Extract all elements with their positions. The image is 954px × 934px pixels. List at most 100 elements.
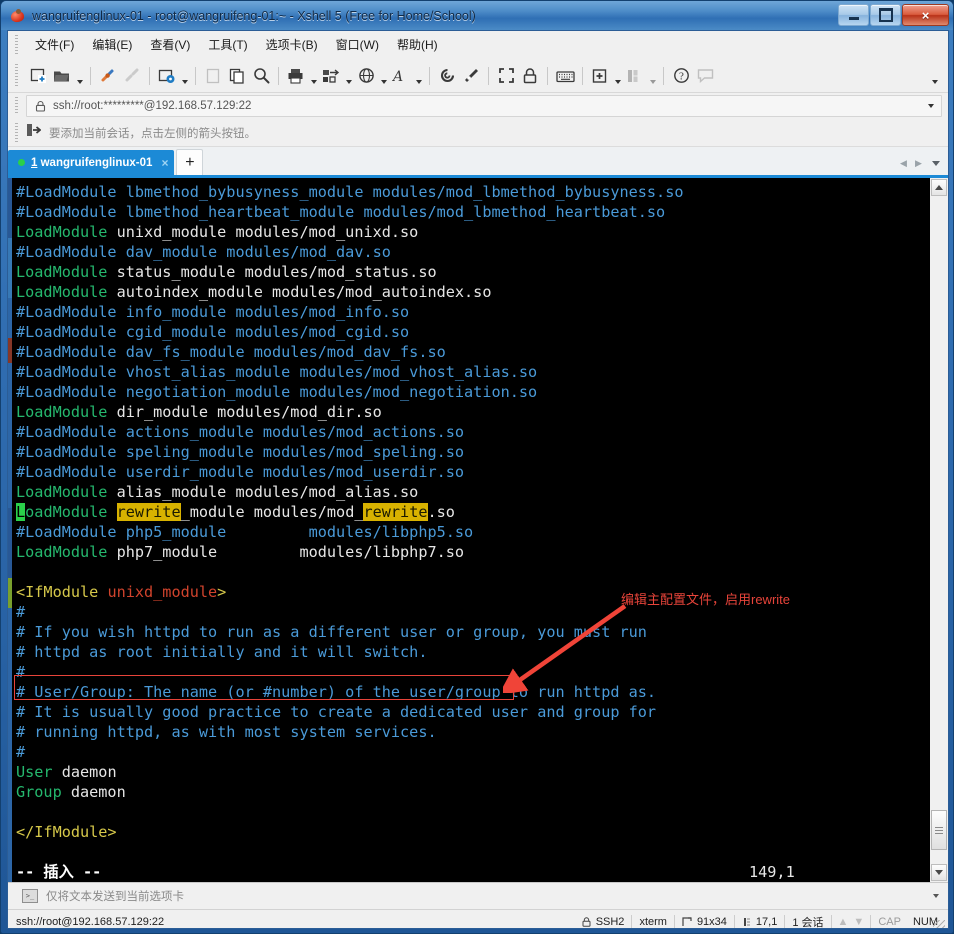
chevron-down-icon[interactable] [933, 894, 939, 898]
print-dropdown[interactable] [308, 60, 319, 91]
terminal-line: #LoadModule dav_module modules/mod_dav.s… [16, 242, 929, 262]
toolbar-separator [582, 67, 583, 85]
new-session-icon[interactable] [26, 64, 50, 88]
open-session-icon[interactable] [50, 64, 74, 88]
toolbar-separator [149, 67, 150, 85]
toolbar-grip[interactable] [15, 64, 18, 87]
search-match: rewrite [363, 503, 427, 521]
tab-menu-icon[interactable] [932, 161, 940, 166]
tab-prev-icon[interactable]: ◀ [897, 157, 910, 170]
terminal-line: #LoadModule info_module modules/mod_info… [16, 302, 929, 322]
tab-wangruifenglinux-01[interactable]: 1 wangruifenglinux-01 × [8, 150, 174, 175]
terminal-line: #LoadModule lbmethod_bybusyness_module m… [16, 182, 929, 202]
terminal-line: #LoadModule speling_module modules/mod_s… [16, 442, 929, 462]
resize-icon [682, 917, 692, 927]
menu-tools[interactable]: 工具(T) [199, 32, 256, 57]
terminal-text: #LoadModule speling_module modules/mod_s… [16, 443, 464, 461]
open-session-dropdown[interactable] [74, 60, 85, 91]
hint-text: 要添加当前会话，点击左侧的箭头按钮。 [49, 125, 256, 141]
help-icon[interactable]: ? [669, 64, 693, 88]
menu-edit[interactable]: 编辑(E) [83, 32, 141, 57]
terminal-scrollbar[interactable] [929, 178, 948, 882]
add-layout-icon[interactable] [588, 64, 612, 88]
menu-window[interactable]: 窗口(W) [327, 32, 388, 57]
session-properties-icon[interactable] [155, 64, 179, 88]
terminal-text: LoadModule [16, 483, 107, 501]
terminal-line: #LoadModule vhost_alias_module modules/m… [16, 362, 929, 382]
keyboard-icon[interactable] [553, 64, 577, 88]
terminal-text: > [217, 583, 226, 601]
web-icon[interactable] [354, 64, 378, 88]
status-bar: ssh://root@192.168.57.129:22 SSH2 xterm [8, 909, 948, 929]
terminal-text: alias_module modules/mod_alias.so [107, 483, 418, 501]
status-size-text: 91x34 [697, 916, 727, 928]
terminal-text: LoadModule [16, 403, 107, 421]
scroll-down-button[interactable] [931, 864, 947, 881]
lock-icon[interactable] [518, 64, 542, 88]
menu-view[interactable]: 查看(V) [141, 32, 199, 57]
font-dropdown[interactable] [413, 60, 424, 91]
vim-buffer[interactable]: #LoadModule lbmethod_bybusyness_module m… [8, 182, 929, 842]
minimize-button[interactable] [838, 4, 869, 26]
xshell-icon [10, 8, 26, 24]
arrange-dropdown[interactable] [647, 60, 658, 91]
menu-help[interactable]: 帮助(H) [388, 32, 447, 57]
title-bar[interactable]: wangruifenglinux-01 - root@wangruifeng-0… [1, 1, 954, 30]
lock-icon [35, 100, 46, 112]
terminal-screen[interactable]: #LoadModule lbmethod_bybusyness_module m… [8, 178, 929, 882]
add-layout-dropdown[interactable] [612, 60, 623, 91]
tab-next-icon[interactable]: ▶ [912, 157, 925, 170]
terminal-text: #LoadModule lbmethod_bybusyness_module m… [16, 183, 684, 201]
svg-text:A: A [392, 69, 403, 84]
chevron-down-icon[interactable] [928, 104, 934, 108]
address-bar: ssh://root:*********@192.168.57.129:22 [8, 93, 948, 119]
new-tab-button[interactable]: + [176, 149, 203, 175]
add-session-arrow-icon[interactable] [26, 123, 41, 142]
close-icon[interactable]: × [161, 157, 168, 169]
address-input[interactable]: ssh://root:*********@192.168.57.129:22 [26, 95, 942, 117]
terminal-text: #LoadModule php5_module modules/libphp5.… [16, 523, 473, 541]
status-cursor: 17,1 [735, 913, 784, 929]
scroll-up-button[interactable] [931, 179, 947, 196]
font-icon[interactable]: A [389, 64, 413, 88]
send-to-bar: >_ 仅将文本发送到当前选项卡 [8, 882, 948, 909]
disconnect-icon[interactable] [120, 64, 144, 88]
connect-icon[interactable] [96, 64, 120, 88]
close-button[interactable]: × [902, 4, 949, 26]
terminal-send-icon: >_ [22, 889, 38, 903]
log-icon[interactable] [435, 64, 459, 88]
toolbar-overflow-button[interactable] [929, 60, 940, 91]
file-transfer-dropdown[interactable] [343, 60, 354, 91]
lock-icon [582, 917, 591, 927]
feedback-icon[interactable] [693, 64, 717, 88]
paste-plain-icon[interactable] [201, 64, 225, 88]
annotation-label: 编辑主配置文件，启用rewrite [621, 589, 790, 608]
maximize-button[interactable] [870, 4, 901, 26]
scrollbar-thumb[interactable] [931, 810, 947, 850]
client-area: 文件(F) 编辑(E) 查看(V) 工具(T) 选项卡(B) 窗口(W) 帮助(… [7, 30, 949, 929]
script-icon[interactable] [459, 64, 483, 88]
address-grip[interactable] [15, 97, 18, 115]
menu-file[interactable]: 文件(F) [26, 32, 83, 57]
terminal-text: #LoadModule dav_module modules/mod_dav.s… [16, 243, 391, 261]
menu-tabs[interactable]: 选项卡(B) [257, 32, 327, 57]
terminal-line: # If you wish httpd to run as a differen… [16, 622, 929, 642]
find-icon[interactable] [249, 64, 273, 88]
menu-grip[interactable] [15, 35, 18, 54]
file-transfer-icon[interactable] [319, 64, 343, 88]
fullscreen-icon[interactable] [494, 64, 518, 88]
print-icon[interactable] [284, 64, 308, 88]
terminal-text: LoadModule [16, 543, 107, 561]
session-properties-dropdown[interactable] [179, 60, 190, 91]
terminal-area: #LoadModule lbmethod_bybusyness_module m… [8, 178, 948, 882]
status-cursor-text: 17,1 [756, 916, 777, 928]
close-icon: × [922, 9, 930, 22]
copy-icon[interactable] [225, 64, 249, 88]
arrange-icon[interactable] [623, 64, 647, 88]
terminal-text: #LoadModule negotiation_module modules/m… [16, 383, 537, 401]
resize-grip[interactable] [933, 920, 945, 929]
web-dropdown[interactable] [378, 60, 389, 91]
terminal-line: #LoadModule php5_module modules/libphp5.… [16, 522, 929, 542]
hint-grip[interactable] [15, 123, 18, 142]
terminal-line: LoadModule php7_module modules/libphp7.s… [16, 542, 929, 562]
